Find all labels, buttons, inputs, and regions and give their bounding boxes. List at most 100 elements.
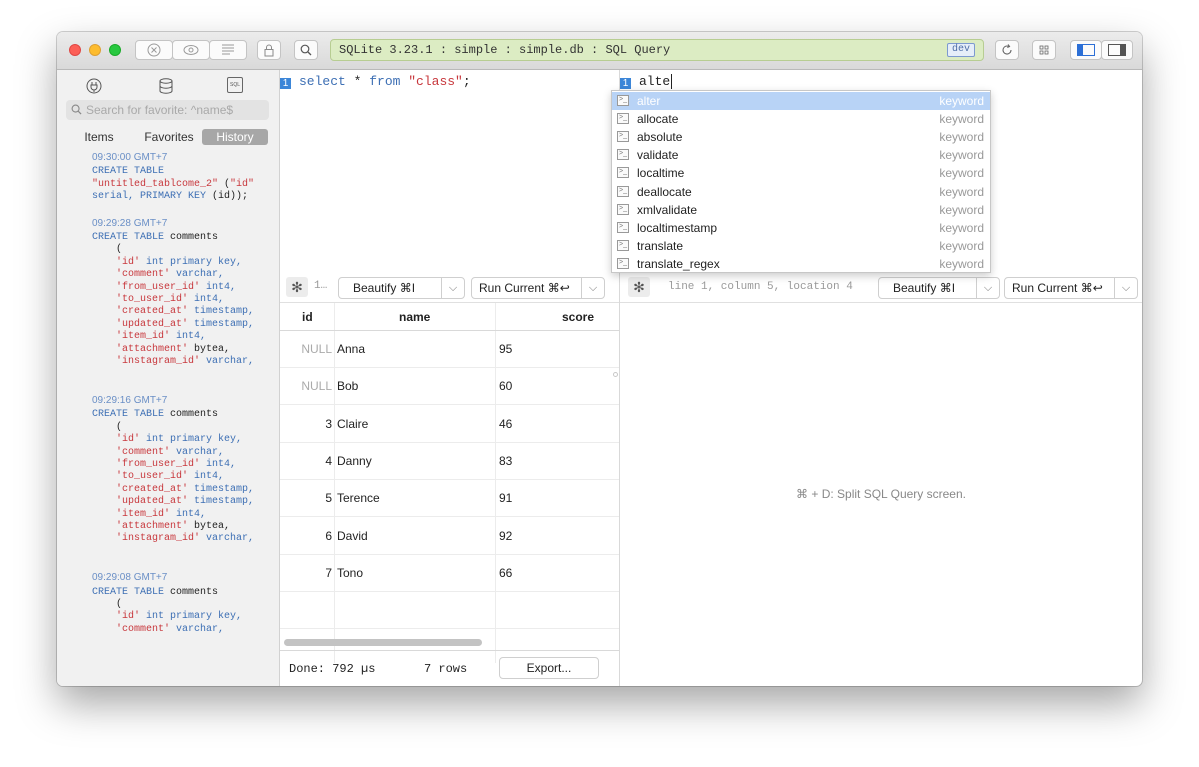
beautify-button[interactable]: Beautify ⌘I ⌵ <box>338 277 465 299</box>
table-row[interactable]: 6 David 92 <box>280 518 619 555</box>
cell-score[interactable]: 60 <box>499 368 512 405</box>
segment-favorites[interactable]: Favorites <box>140 129 198 145</box>
left-query-editor[interactable]: 1 select * from "class"; <box>280 70 619 270</box>
autocomplete-type: keyword <box>939 202 984 217</box>
run-current-button[interactable]: Run Current ⌘↩ ⌵ <box>1004 277 1138 299</box>
sql-token: timestamp, <box>188 483 255 495</box>
autocomplete-item[interactable]: >_ localtimestamp keyword <box>612 219 990 237</box>
autocomplete-label: localtimestamp <box>637 220 718 235</box>
cell-id[interactable]: 6 <box>280 518 332 555</box>
beautify-label: Beautify ⌘I <box>893 281 956 295</box>
lock-button[interactable] <box>257 40 281 60</box>
toggle-left-sidebar-button[interactable] <box>1070 40 1102 60</box>
preview-button[interactable] <box>172 40 210 60</box>
autocomplete-item[interactable]: >_ deallocate keyword <box>612 183 990 201</box>
stop-query-button[interactable] <box>135 40 173 60</box>
history-sql-line: 'created_at' timestamp, <box>92 306 277 318</box>
autocomplete-item[interactable]: >_ translate keyword <box>612 237 990 255</box>
history-sql-line: 'to_user_id' int4, <box>92 471 277 483</box>
cell-id[interactable]: 4 <box>280 443 332 480</box>
cell-score[interactable]: 95 <box>499 331 512 368</box>
cell-id[interactable]: NULL <box>280 331 332 368</box>
history-entry[interactable]: 09:30:00 GMT+7 CREATE TABLE "untitled_tabl… <box>92 152 277 204</box>
column-header-id[interactable]: id <box>302 303 313 331</box>
minimize-window-button[interactable] <box>89 44 101 56</box>
autocomplete-label: xmlvalidate <box>637 202 698 217</box>
cell-name[interactable]: Anna <box>337 331 365 368</box>
history-entry[interactable]: 09:29:16 GMT+7 CREATE TABLE comments ( 'i… <box>92 395 277 558</box>
cell-id[interactable]: 7 <box>280 555 332 592</box>
table-row[interactable]: 5 Terence 91 <box>280 480 619 518</box>
sidebar-tab-connections[interactable] <box>86 78 102 97</box>
autocomplete-item[interactable]: >_ localtime keyword <box>612 164 990 182</box>
table-row[interactable]: 4 Danny 83 <box>280 443 619 480</box>
export-button[interactable]: Export... <box>499 657 599 679</box>
chevron-down-icon[interactable]: ⌵ <box>976 278 999 298</box>
reload-button[interactable] <box>995 40 1019 60</box>
history-sql-line: ( <box>92 422 277 434</box>
cell-score[interactable]: 66 <box>499 555 512 592</box>
autocomplete-type: keyword <box>939 220 984 235</box>
sidebar-tab-database[interactable] <box>159 78 173 97</box>
chevron-down-icon[interactable]: ⌵ <box>441 278 464 298</box>
zoom-window-button[interactable] <box>109 44 121 56</box>
run-current-button[interactable]: Run Current ⌘↩ ⌵ <box>471 277 605 299</box>
sql-token: comments <box>164 232 219 244</box>
favorite-search-input[interactable]: Search for favorite: ^name$ <box>66 100 269 120</box>
grid-button[interactable] <box>1032 40 1056 60</box>
cell-name[interactable]: Tono <box>337 555 363 592</box>
chevron-down-icon[interactable]: ⌵ <box>1114 278 1137 298</box>
gear-icon: ✻ <box>291 279 303 295</box>
list-view-button[interactable] <box>209 40 247 60</box>
cell-score[interactable]: 83 <box>499 443 512 480</box>
sql-token: comments <box>164 409 219 421</box>
autocomplete-item[interactable]: >_ validate keyword <box>612 146 990 164</box>
autocomplete-item[interactable]: >_ translate_regex keyword <box>612 255 990 273</box>
horizontal-scrollbar[interactable] <box>284 639 482 646</box>
terminal-icon: >_ <box>617 185 629 197</box>
cell-name[interactable]: Danny <box>337 443 372 480</box>
autocomplete-item[interactable]: >_ allocate keyword <box>612 110 990 128</box>
cell-name[interactable]: Terence <box>337 480 380 517</box>
cell-score[interactable]: 92 <box>499 518 512 555</box>
cell-id[interactable]: NULL <box>280 368 332 405</box>
sql-token: select <box>299 74 354 89</box>
autocomplete-type: keyword <box>939 166 984 181</box>
search-button[interactable] <box>294 40 318 60</box>
table-row[interactable]: 7 Tono 66 <box>280 555 619 592</box>
column-header-score[interactable]: score <box>562 303 594 331</box>
cell-score[interactable]: 91 <box>499 480 512 517</box>
segment-items[interactable]: Items <box>80 129 118 145</box>
toggle-right-sidebar-button[interactable] <box>1101 40 1133 60</box>
settings-button[interactable]: ✻ <box>628 277 650 297</box>
settings-button[interactable]: ✻ <box>286 277 308 297</box>
history-timestamp: 09:29:16 GMT+7 <box>92 394 168 406</box>
close-window-button[interactable] <box>69 44 81 56</box>
autocomplete-label: translate_regex <box>637 256 720 271</box>
cell-score[interactable]: 46 <box>499 406 512 443</box>
cell-name[interactable]: Claire <box>337 406 368 443</box>
sql-token: 'attachment' <box>92 343 189 355</box>
column-header-name[interactable]: name <box>399 303 430 331</box>
autocomplete-item[interactable]: >_ alter keyword <box>612 92 990 111</box>
history-entry[interactable]: 09:29:28 GMT+7 CREATE TABLE comments ( 'i… <box>92 218 277 381</box>
history-entry[interactable]: 09:29:08 GMT+7 CREATE TABLE comments ( 'i… <box>92 572 277 636</box>
cell-id[interactable]: 5 <box>280 480 332 517</box>
chevron-down-icon[interactable]: ⌵ <box>581 278 604 298</box>
sidebar-tab-sql[interactable]: SQL <box>227 77 243 93</box>
beautify-button[interactable]: Beautify ⌘I ⌵ <box>878 277 1000 299</box>
sql-token: ; <box>462 74 471 89</box>
address-bar: SQLite 3.23.1 : simple : simple.db : SQL… <box>330 39 984 61</box>
autocomplete-item[interactable]: >_ xmlvalidate keyword <box>612 201 990 219</box>
cell-name[interactable]: Bob <box>337 368 358 405</box>
table-row[interactable]: NULL Anna 95 <box>280 331 619 368</box>
table-row[interactable]: 3 Claire 46 <box>280 406 619 443</box>
sql-token: varchar, <box>170 623 225 635</box>
cell-id[interactable]: 3 <box>280 406 332 443</box>
segment-history[interactable]: History <box>202 129 268 145</box>
run-label: Run Current ⌘↩ <box>479 281 570 295</box>
autocomplete-item[interactable]: >_ absolute keyword <box>612 128 990 146</box>
autocomplete-type: keyword <box>939 148 984 163</box>
cell-name[interactable]: David <box>337 518 368 555</box>
table-row[interactable]: NULL Bob 60 <box>280 368 619 406</box>
